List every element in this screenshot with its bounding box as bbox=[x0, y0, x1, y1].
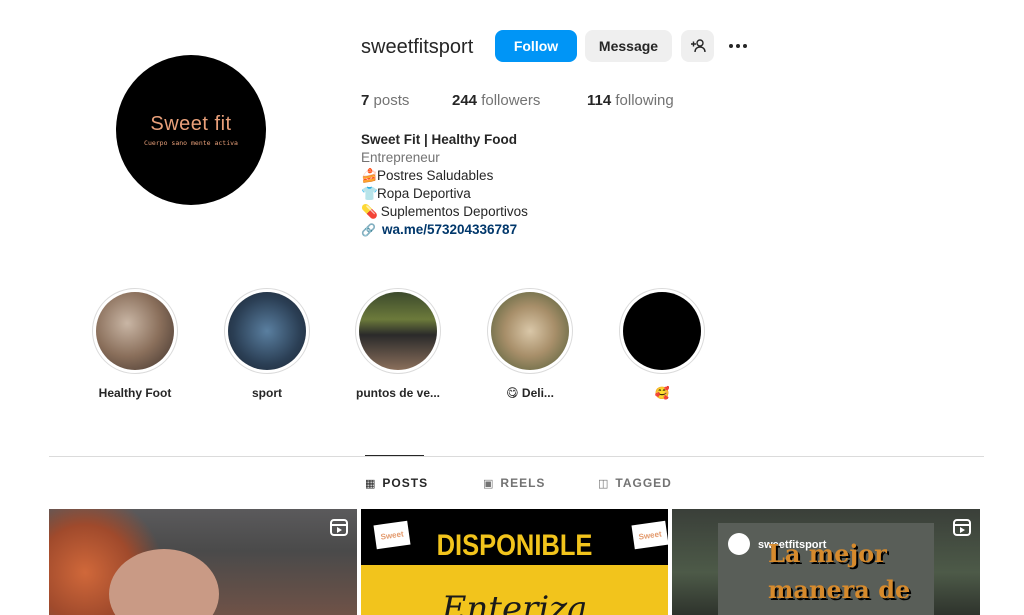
highlight-label: Healthy Foot bbox=[98, 386, 172, 400]
avatar-tagline: Cuerpo sano mente activa bbox=[144, 139, 238, 147]
tab-label: TAGGED bbox=[615, 476, 672, 490]
stat-followers[interactable]: 244 followers bbox=[452, 92, 540, 109]
highlight-ring[interactable] bbox=[355, 288, 441, 374]
post-text-line2: manera de bbox=[768, 575, 911, 604]
tab-posts[interactable]: ▦ POSTS bbox=[365, 476, 428, 490]
tab-label: REELS bbox=[500, 476, 546, 490]
tabs-divider bbox=[49, 456, 984, 457]
bio-line: 🍰Postres Saludables bbox=[361, 168, 494, 183]
avatar-logo: Sweet fit bbox=[150, 113, 232, 135]
reel-icon bbox=[330, 519, 348, 536]
highlight-ring[interactable] bbox=[92, 288, 178, 374]
highlight-ring[interactable] bbox=[619, 288, 705, 374]
highlight-cover bbox=[359, 292, 437, 370]
tab-tagged[interactable]: ◫ TAGGED bbox=[598, 476, 672, 490]
highlight-item[interactable]: puntos de ve... bbox=[353, 288, 443, 400]
stat-posts[interactable]: 7 posts bbox=[361, 92, 409, 109]
message-button[interactable]: Message bbox=[585, 30, 672, 62]
highlight-cover bbox=[623, 292, 701, 370]
reels-icon: ▣ bbox=[483, 477, 495, 490]
active-tab-indicator bbox=[365, 455, 424, 456]
followers-count: 244 bbox=[452, 92, 478, 109]
highlight-cover bbox=[228, 292, 306, 370]
suggested-accounts-button[interactable] bbox=[681, 30, 714, 62]
profile-bio: Sweet Fit | Healthy Food Entrepreneur 🍰P… bbox=[361, 131, 528, 239]
bio-line: 👕Ropa Deportiva bbox=[361, 186, 471, 201]
post-text-line1: La mejor bbox=[768, 539, 887, 568]
cake-emoji: 🍰 bbox=[361, 168, 378, 183]
grid-icon: ▦ bbox=[365, 477, 377, 490]
post-text-top: DISPONIBLE bbox=[436, 529, 593, 562]
post-account-avatar bbox=[728, 533, 750, 555]
post-tile[interactable]: DISPONIBLE Enteriza Sweet Sweet bbox=[361, 509, 668, 615]
highlight-label: 😋 Deli... bbox=[506, 386, 554, 400]
post-tile[interactable] bbox=[49, 509, 357, 615]
followers-label: followers bbox=[481, 92, 541, 109]
highlight-label: 🥰 bbox=[654, 386, 670, 400]
bio-category: Entrepreneur bbox=[361, 150, 440, 165]
highlight-label: sport bbox=[252, 386, 282, 400]
following-label: following bbox=[615, 92, 674, 109]
highlight-item[interactable]: 😋 Deli... bbox=[485, 288, 575, 400]
highlight-ring[interactable] bbox=[487, 288, 573, 374]
highlight-cover bbox=[96, 292, 174, 370]
tab-label: POSTS bbox=[382, 476, 429, 490]
pill-emoji: 💊 bbox=[361, 204, 378, 219]
bio-name: Sweet Fit | Healthy Food bbox=[361, 132, 518, 147]
profile-username: sweetfitsport bbox=[361, 36, 474, 58]
tab-reels[interactable]: ▣ REELS bbox=[483, 476, 545, 490]
brand-badge: Sweet bbox=[631, 520, 668, 550]
stat-following[interactable]: 114 following bbox=[587, 92, 674, 109]
tagged-icon: ◫ bbox=[598, 477, 610, 490]
add-person-icon bbox=[690, 39, 706, 53]
profile-avatar[interactable]: Sweet fit Cuerpo sano mente activa bbox=[116, 55, 266, 205]
shirt-emoji: 👕 bbox=[361, 186, 378, 201]
post-tile[interactable]: sweetfitsport La mejor manera de bbox=[672, 509, 980, 615]
follow-button[interactable]: Follow bbox=[495, 30, 577, 62]
reel-icon bbox=[953, 519, 971, 536]
highlight-item[interactable]: sport bbox=[222, 288, 312, 400]
post-text-bottom: Enteriza bbox=[441, 589, 588, 615]
highlight-ring[interactable] bbox=[224, 288, 310, 374]
brand-badge: Sweet bbox=[373, 520, 411, 550]
posts-label: posts bbox=[373, 92, 410, 109]
more-options-icon[interactable] bbox=[726, 36, 750, 56]
following-count: 114 bbox=[587, 92, 612, 109]
link-icon: 🔗 bbox=[361, 223, 376, 237]
highlight-label: puntos de ve... bbox=[355, 386, 440, 400]
bio-link[interactable]: wa.me/573204336787 bbox=[382, 222, 517, 237]
bio-link-row[interactable]: 🔗 wa.me/573204336787 bbox=[361, 221, 528, 239]
highlight-item[interactable]: 🥰 bbox=[617, 288, 707, 400]
posts-count: 7 bbox=[361, 92, 370, 109]
bio-line: 💊 Suplementos Deportivos bbox=[361, 204, 528, 219]
highlight-cover bbox=[491, 292, 569, 370]
highlight-item[interactable]: Healthy Foot bbox=[90, 288, 180, 400]
